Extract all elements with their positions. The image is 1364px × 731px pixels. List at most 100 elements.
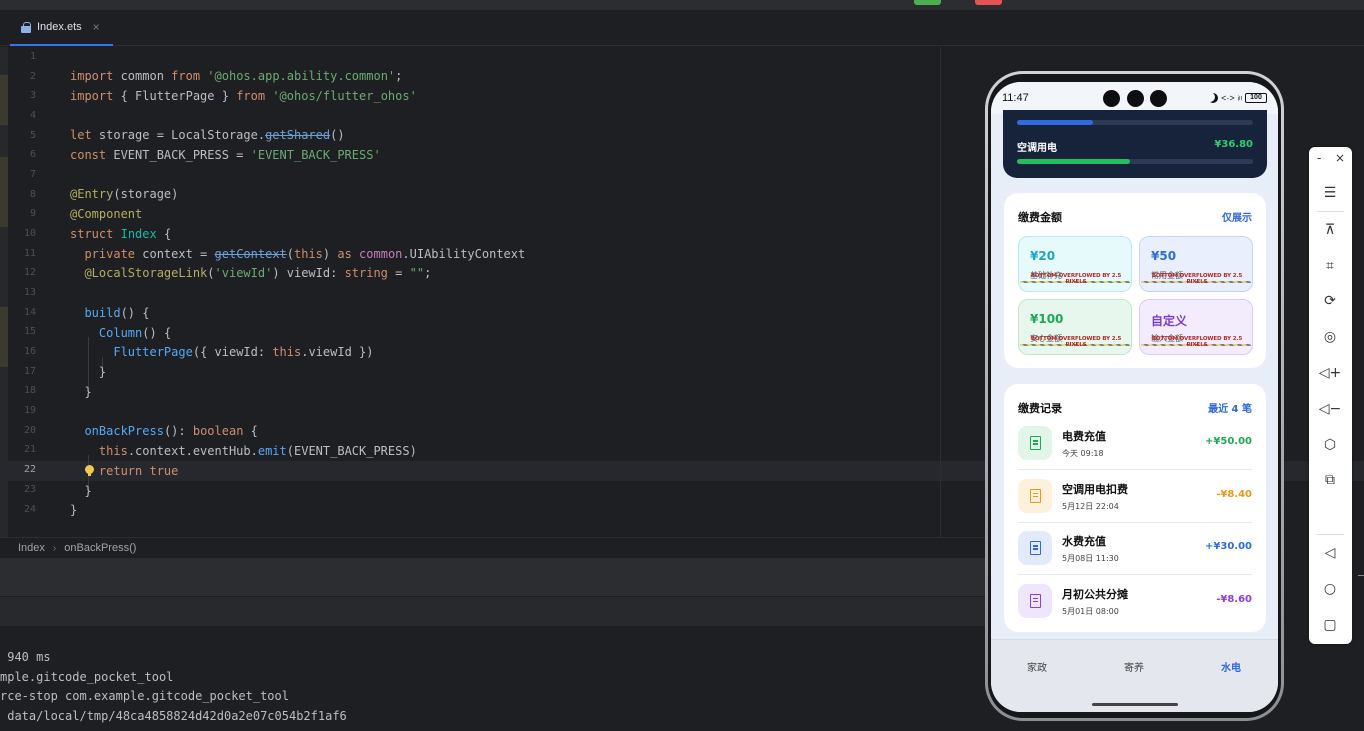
line-number: 11 [23,248,36,259]
line-number: 24 [23,504,36,515]
receipt-icon [1018,583,1052,618]
code-line-18: } [70,385,92,399]
close-button[interactable]: × [1335,151,1345,165]
overflow-warning: BOTTOM OVERFLOWED BY 2.5 PIXELS [1151,336,1243,348]
progress-fill [1017,120,1093,125]
line-number: 20 [23,425,36,436]
record-amount: +¥30.00 [1205,541,1252,552]
payment-amount-card: 缴费金额 仅展示 ¥20 基础补充 BOTTOM OVERFLOWED BY 2.5… [1004,193,1266,368]
record-title: 月初公共分摊 [1062,587,1128,601]
back-icon[interactable]: ◁ [1319,542,1341,564]
code-line-24: } [70,503,78,517]
record-time: 5月08日 11:30 [1062,554,1119,563]
record-time: 5月01日 08:00 [1062,606,1119,616]
editor-tab-bar: Index.ets × [0,10,1364,46]
line-number: 21 [23,444,36,455]
close-tab-icon[interactable]: × [93,20,100,34]
line-number: 16 [23,346,36,357]
record-item[interactable]: 水费充值 5月08日 11:30 +¥30.00 [1018,523,1252,575]
right-margin-guide [940,47,941,537]
rotate-icon[interactable]: ⟳ [1319,290,1341,312]
line-number: 7 [29,169,36,180]
record-amount: -¥8.40 [1216,488,1252,500]
nav-item-boarding[interactable]: 寄养 [1124,659,1144,674]
record-title: 水费充值 [1062,535,1106,548]
lightbulb-icon[interactable] [85,465,94,477]
progress-bar [1017,120,1253,125]
code-line-23: } [70,484,92,498]
record-item[interactable]: 空调用电扣费 5月12日 22:04 -¥8.40 [1018,471,1252,523]
amount-tile[interactable]: ¥20 基础补充 BOTTOM OVERFLOWED BY 2.5 PIXELS [1018,236,1132,292]
line-number: 3 [29,90,36,101]
code-line-3: import { FlutterPage } from '@ohos/flutt… [70,89,417,103]
volume-down-icon[interactable]: ◁− [1319,398,1342,420]
bottom-nav: 家政 寄养 水电 [991,639,1278,712]
menu-icon[interactable]: ☰ [1319,182,1341,204]
tool-window-header [0,558,985,596]
run-button[interactable] [914,0,941,5]
status-time: 11:47 [1002,92,1029,104]
console-line: 940 ms [0,650,51,664]
usage-amount: ¥36.80 [1214,139,1253,150]
card-link[interactable]: 仅展示 [1222,209,1252,224]
record-item[interactable]: 电费充值 今天 09:18 +¥50.00 [1018,418,1252,470]
record-amount: -¥8.60 [1216,593,1252,605]
line-number: 19 [23,405,36,416]
record-title: 空调用电扣费 [1062,482,1128,496]
line-number: 10 [23,228,36,239]
home-indicator[interactable] [1092,703,1178,706]
amount-tile[interactable]: 自定义 输入金额 BOTTOM OVERFLOWED BY 2.5 PIXELS [1139,299,1253,355]
run-console: 940 ms mple.gitcode_pocket_tool rce-stop… [0,626,985,731]
stop-button[interactable] [975,0,1002,5]
code-line-17: } [70,365,107,379]
recents-icon[interactable]: ▢ [1319,614,1341,636]
line-number: 4 [29,110,36,121]
breadcrumb-method[interactable]: onBackPress() [64,542,136,554]
console-line: mple.gitcode_pocket_tool [0,670,174,684]
line-gutter: 1 2 3 4 5 6 7 8 9 10 11 12 13 14 15 16 17 18 19 20 21 22 23 24 [8,47,63,537]
chevron-right-icon: › [52,542,57,554]
console-line: rce-stop com.example.gitcode_pocket_tool [0,689,289,703]
line-number: 6 [29,149,36,160]
code-line-2: import common from '@ohos.app.ability.co… [70,69,403,83]
line-number: 2 [29,71,36,82]
code-line-16: FlutterPage({ viewId: this.viewId }) [113,345,374,359]
code-line-21: this.context.eventHub.emit(EVENT_BACK_PR… [98,444,417,458]
line-number: 5 [29,130,36,141]
overflow-warning: BOTTOM OVERFLOWED BY 2.5 PIXELS [1030,273,1122,285]
wifi-icon: ᵢₗₗ [1237,92,1242,102]
screenshot-icon[interactable]: ◎ [1319,326,1341,348]
card-title: 缴费金额 [1018,211,1062,224]
camera-icon [1103,90,1120,107]
line-number: 14 [23,307,36,318]
code-line-6: const EVENT_BACK_PRESS = 'EVENT_BACK_PRE… [70,148,381,162]
amount-tile[interactable]: ¥100 安心金额 BOTTOM OVERFLOWED BY 2.5 PIXELS [1018,299,1132,355]
code-line-20: onBackPress(): boolean { [84,424,258,438]
volume-up-icon[interactable]: ◁+ [1319,362,1342,384]
record-item[interactable]: 月初公共分摊 5月01日 08:00 -¥8.60 [1018,576,1252,628]
shake-icon[interactable]: ⬡ [1319,434,1341,456]
crop-icon[interactable]: ⌗ [1319,255,1341,277]
line-number: 17 [23,366,36,377]
amount-tile[interactable]: ¥50 常用金额 BOTTOM OVERFLOWED BY 2.5 PIXELS [1139,236,1253,292]
card-link[interactable]: 最近 4 笔 [1208,400,1252,415]
tool-window-tabs [0,596,985,626]
unpin-icon[interactable]: ⊼ [1319,219,1341,241]
card-title: 缴费记录 [1018,402,1062,415]
tile-amount: ¥50 [1151,249,1177,263]
code-line-10: struct Index { [70,227,172,241]
breadcrumb-struct[interactable]: Index [18,542,45,554]
breadcrumb: Index › onBackPress() [0,537,985,558]
phone-screen[interactable]: 11:47 <·> ᵢₗₗ 100 空调用电 ¥36.80 缴费金额 仅展示 ¥… [991,82,1278,712]
multi-window-icon[interactable]: ⧉ [1319,469,1341,491]
code-line-12: @LocalStorageLink('viewId') viewId: stri… [84,266,432,280]
nav-item-housekeeping[interactable]: 家政 [1027,659,1047,674]
code-line-8: @Entry(storage) [70,187,179,201]
minimize-button[interactable]: - [1317,151,1321,165]
home-icon[interactable]: ○ [1319,578,1341,600]
overflow-warning: BOTTOM OVERFLOWED BY 2.5 PIXELS [1151,273,1243,285]
line-number: 22 [23,464,36,475]
tab-index-ets[interactable]: Index.ets × [10,10,113,46]
tile-amount: ¥20 [1030,249,1056,263]
nav-item-utilities[interactable]: 水电 [1221,659,1241,674]
